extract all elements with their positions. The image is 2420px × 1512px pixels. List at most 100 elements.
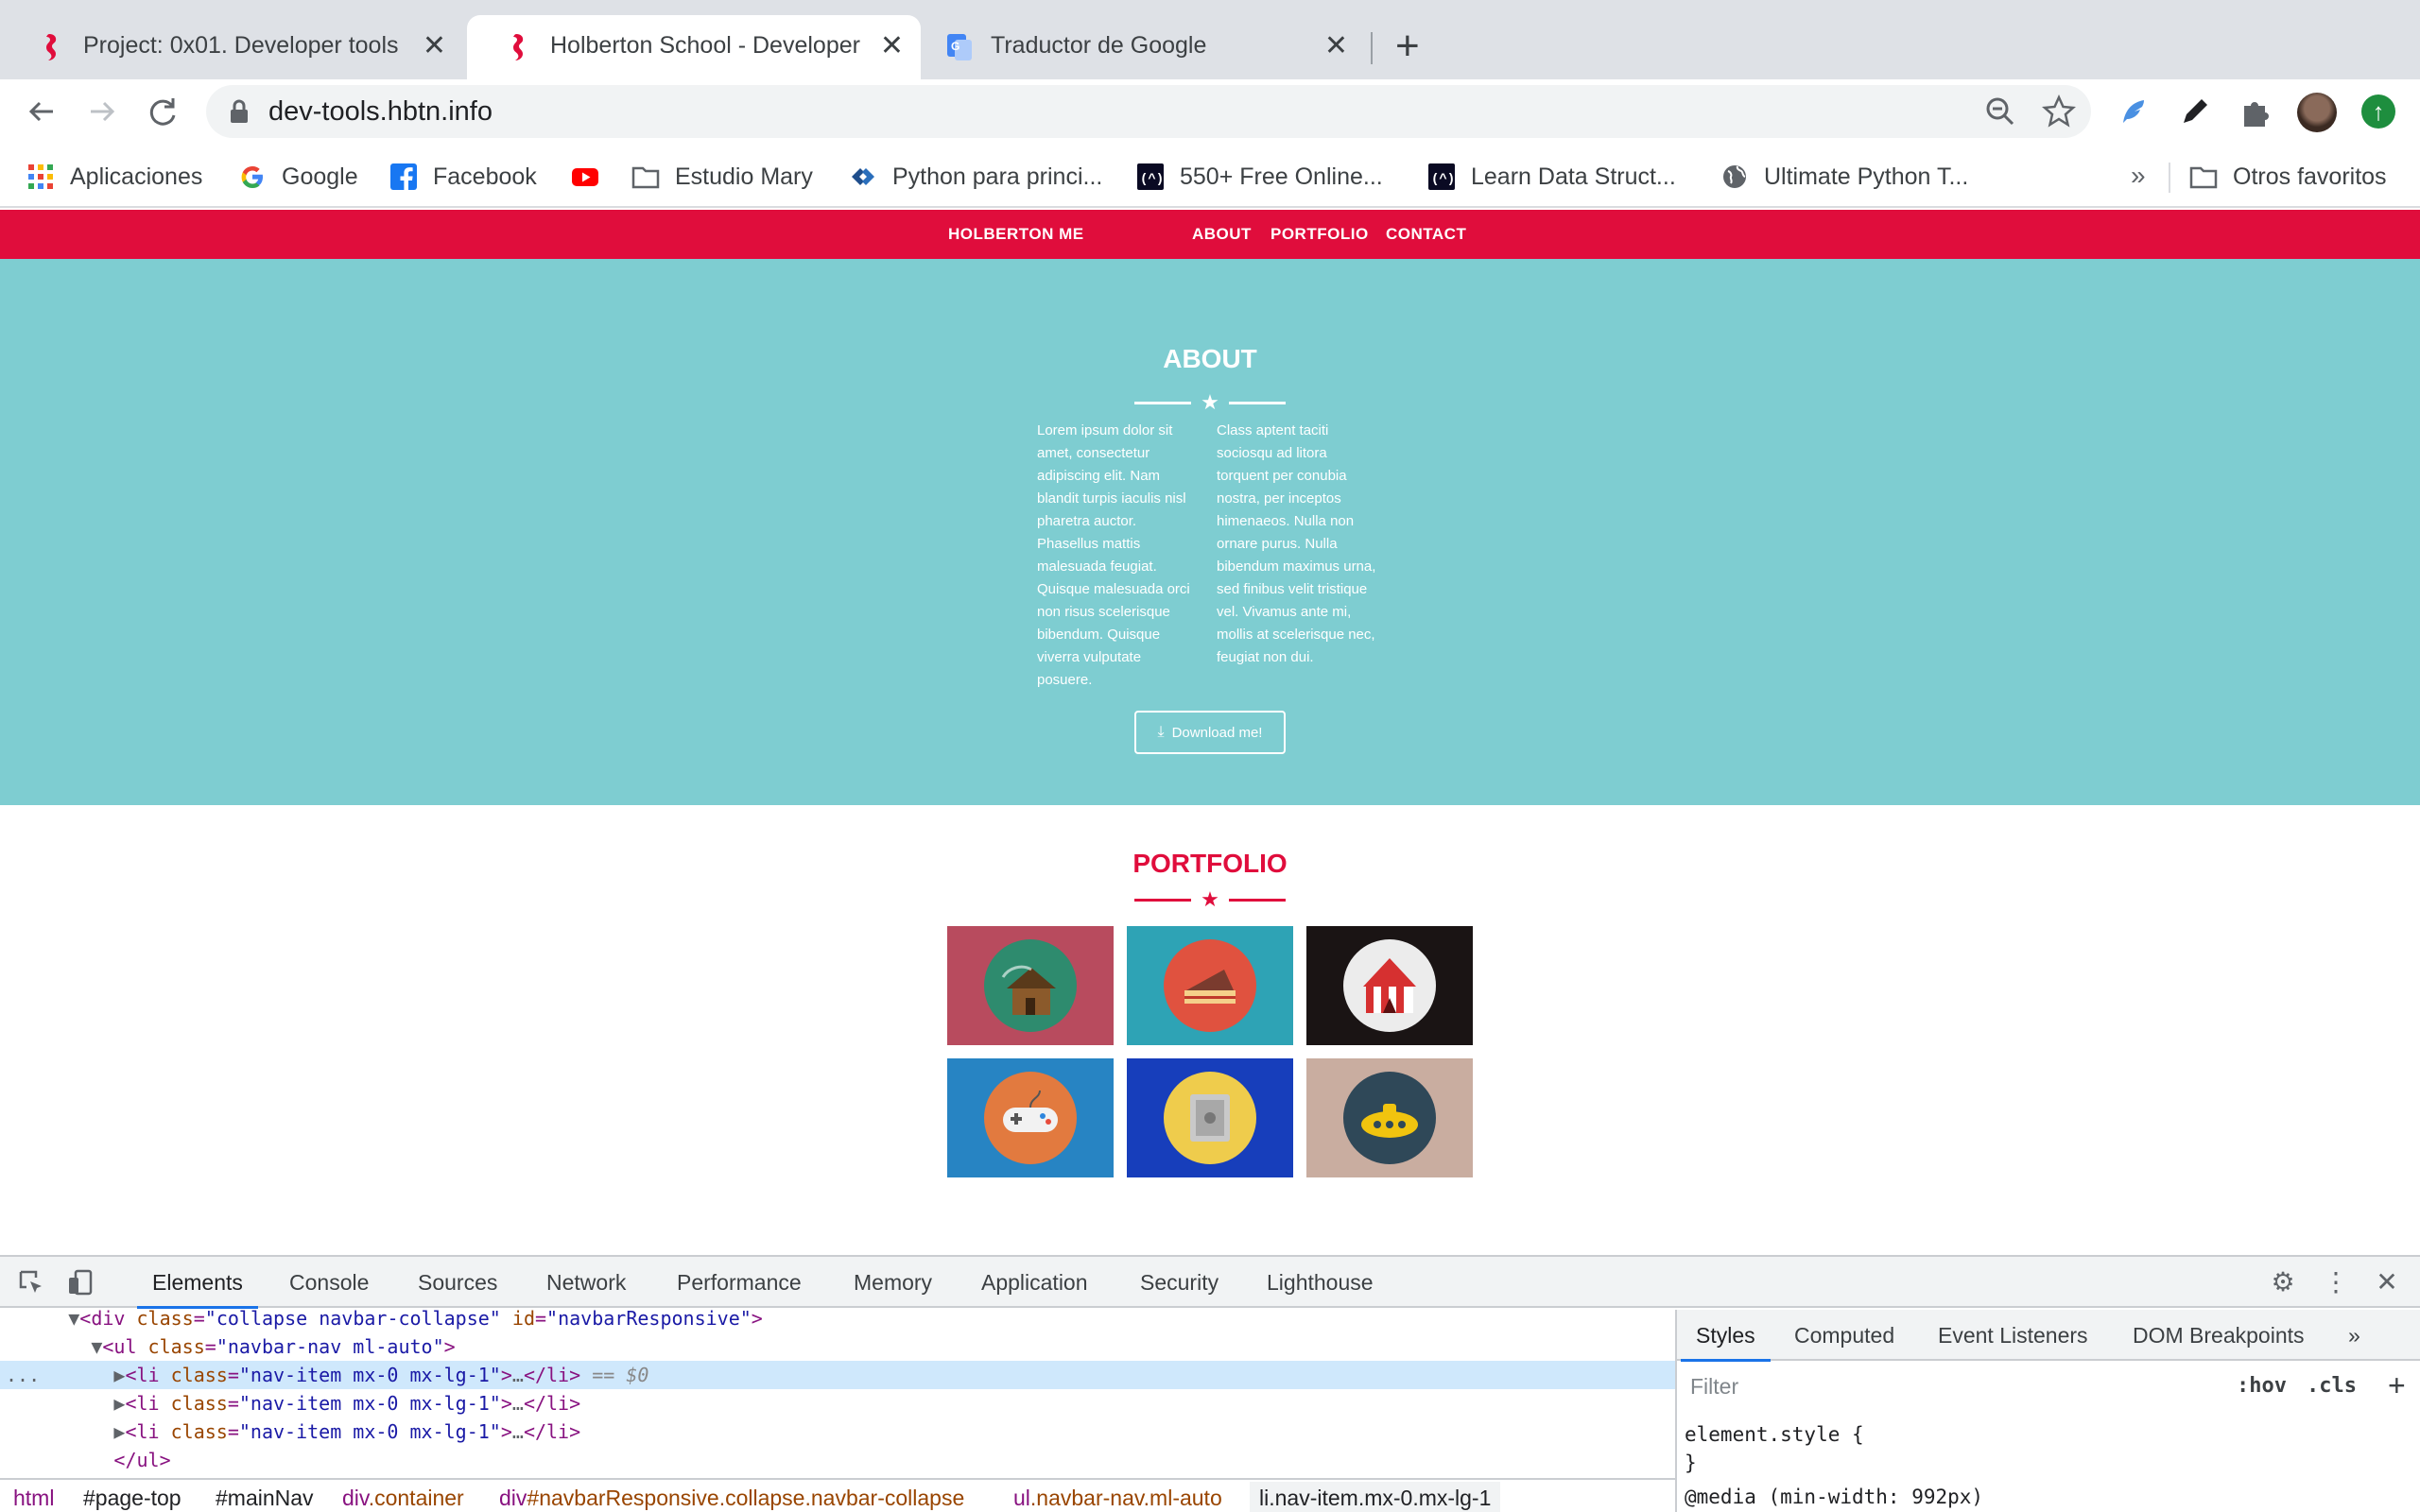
tab-elements[interactable]: Elements — [137, 1270, 258, 1309]
dom-node-div-collapse[interactable]: ▼<div class="collapse navbar-collapse" i… — [0, 1310, 1675, 1332]
site-brand[interactable]: HOLBERTON ME — [948, 225, 1084, 244]
new-style-rule-button[interactable]: + — [2388, 1368, 2406, 1402]
tab-holberton-active[interactable]: Holberton School - Developer t ✕ — [467, 15, 921, 79]
tab-lighthouse[interactable]: Lighthouse — [1267, 1270, 1374, 1296]
crumb-page-top[interactable]: #page-top — [83, 1482, 182, 1512]
profile-avatar[interactable] — [2297, 93, 2337, 132]
style-media-query: @media (min-width: 992px) — [1685, 1486, 1984, 1508]
tab-event-listeners[interactable]: Event Listeners — [1938, 1323, 2088, 1349]
reload-button[interactable] — [144, 93, 182, 130]
bookmark-label: 550+ Free Online... — [1180, 163, 1383, 190]
bookmark-label: Python para princi... — [892, 163, 1103, 190]
tab-computed[interactable]: Computed — [1794, 1323, 1894, 1349]
close-icon[interactable]: ✕ — [1324, 30, 1348, 62]
new-tab-button[interactable]: + — [1395, 23, 1420, 70]
web-page-viewport: HOLBERTON ME ABOUT PORTFOLIO CONTACT ABO… — [0, 210, 2420, 1255]
tab-memory[interactable]: Memory — [854, 1270, 932, 1296]
youtube-icon — [572, 168, 598, 186]
device-toggle-icon[interactable] — [66, 1268, 95, 1297]
crumb-nav-item-selected[interactable]: li.nav-item.mx-0.mx-lg-1 — [1250, 1482, 1501, 1512]
tab-performance[interactable]: Performance — [677, 1270, 802, 1296]
tab-network[interactable]: Network — [546, 1270, 626, 1296]
forward-button[interactable] — [83, 93, 121, 130]
tab-translate[interactable]: G Traductor de Google ✕ — [908, 15, 1365, 79]
bookmark-label: Otros favoritos — [2233, 163, 2387, 190]
download-button[interactable]: ⤓ Download me! — [1134, 711, 1286, 754]
portfolio-item-safe[interactable] — [1127, 1058, 1293, 1177]
close-icon[interactable]: ✕ — [423, 30, 446, 62]
tab-project[interactable]: Project: 0x01. Developer tools ✕ — [0, 15, 463, 79]
update-arrow-icon[interactable]: ↑ — [2361, 94, 2395, 129]
circus-tent-icon — [1343, 939, 1436, 1032]
arrow-left-icon — [28, 101, 53, 122]
dom-node-ul[interactable]: ▼<ul class="navbar-nav ml-auto"> — [0, 1332, 1675, 1361]
bookmark-python[interactable]: Python para princi... — [849, 161, 1102, 193]
crumb-navbar-nav[interactable]: ul.navbar-nav.ml-auto — [1013, 1482, 1222, 1512]
nav-link-portfolio[interactable]: PORTFOLIO — [1270, 225, 1369, 244]
browser-toolbar: dev-tools.hbtn.info ↑ — [0, 79, 2420, 144]
dom-node-li[interactable]: ▶<li class="nav-item mx-0 mx-lg-1">…</li… — [0, 1418, 1675, 1446]
apps-grid-icon — [28, 164, 53, 189]
tab-console[interactable]: Console — [289, 1270, 369, 1296]
crumb-navbar-responsive[interactable]: div#navbarResponsive.collapse.navbar-col… — [499, 1482, 964, 1512]
url-text[interactable]: dev-tools.hbtn.info — [268, 96, 493, 128]
bookmarks-separator — [2169, 163, 2170, 193]
portfolio-item-cabin[interactable] — [947, 926, 1114, 1045]
crumb-mainnav[interactable]: #mainNav — [216, 1482, 314, 1512]
folder-icon — [2189, 166, 2218, 189]
hov-toggle[interactable]: :hov — [2237, 1374, 2287, 1398]
bookmark-star-icon[interactable] — [2041, 94, 2077, 129]
bookmark-label: Facebook — [433, 163, 537, 190]
zoom-out-icon[interactable] — [1983, 94, 2017, 129]
bookmark-learn-data[interactable]: (^) Learn Data Struct... — [1427, 161, 1676, 193]
portfolio-item-submarine[interactable] — [1306, 1058, 1473, 1177]
dom-node-li[interactable]: ▶<li class="nav-item mx-0 mx-lg-1">…</li… — [0, 1389, 1675, 1418]
dom-node-li-selected[interactable]: ... ▶<li class="nav-item mx-0 mx-lg-1">…… — [0, 1361, 1675, 1389]
portfolio-item-circus[interactable] — [1306, 926, 1473, 1045]
feather-extension-icon[interactable] — [2118, 96, 2150, 129]
nav-link-about[interactable]: ABOUT — [1192, 225, 1252, 244]
address-bar[interactable]: dev-tools.hbtn.info — [206, 85, 2091, 138]
bookmark-youtube[interactable] — [571, 161, 599, 193]
nav-link-contact[interactable]: CONTACT — [1386, 225, 1466, 244]
facebook-icon — [390, 163, 417, 191]
bookmark-google[interactable]: Google — [238, 161, 358, 193]
bookmark-ultimate-python[interactable]: Ultimate Python T... — [1720, 161, 1968, 193]
inspect-element-icon[interactable] — [17, 1268, 45, 1297]
styles-more-tabs-button[interactable]: » — [2348, 1323, 2360, 1349]
close-icon[interactable]: ✕ — [880, 30, 904, 62]
bookmarks-overflow-button[interactable]: » — [2131, 161, 2146, 191]
close-devtools-icon[interactable]: ✕ — [2373, 1268, 2401, 1297]
back-button[interactable] — [23, 93, 60, 130]
puzzle-extensions-icon[interactable] — [2238, 96, 2271, 129]
star-icon: ★ — [1201, 887, 1219, 911]
tab-application[interactable]: Application — [981, 1270, 1088, 1296]
crumb-html[interactable]: html — [13, 1482, 54, 1512]
bookmark-facebook[interactable]: Facebook — [389, 161, 537, 193]
style-rule-selector[interactable]: element.style { — [1685, 1423, 1864, 1446]
portfolio-title: PORTFOLIO — [1132, 849, 1288, 878]
tab-sources[interactable]: Sources — [418, 1270, 497, 1296]
crumb-container[interactable]: div.container — [342, 1482, 464, 1512]
bookmark-estudio-mary[interactable]: Estudio Mary — [631, 161, 813, 193]
bookmark-free-online[interactable]: (^) 550+ Free Online... — [1136, 161, 1383, 193]
bookmark-apps[interactable]: Aplicaciones — [26, 161, 202, 193]
pen-extension-icon[interactable] — [2178, 96, 2210, 129]
portfolio-item-cake[interactable] — [1127, 926, 1293, 1045]
bookmark-other-favorites[interactable]: Otros favoritos — [2189, 161, 2387, 193]
styles-filter-row: :hov .cls + — [1677, 1361, 2420, 1412]
holberton-favicon-icon — [513, 34, 524, 60]
globe-icon — [1723, 165, 1746, 188]
settings-gear-icon[interactable]: ⚙ — [2269, 1268, 2297, 1297]
elements-breadcrumb: html #page-top #mainNav div.container di… — [0, 1478, 1675, 1512]
tab-security[interactable]: Security — [1140, 1270, 1219, 1296]
svg-text:(^): (^) — [1431, 172, 1455, 187]
more-options-icon[interactable]: ⋮ — [2322, 1268, 2350, 1297]
portfolio-item-game[interactable] — [947, 1058, 1114, 1177]
styles-filter-input[interactable] — [1685, 1368, 2223, 1404]
tab-strip: Project: 0x01. Developer tools ✕ Holbert… — [0, 0, 2420, 79]
tab-styles[interactable]: Styles — [1681, 1323, 1771, 1362]
tab-dom-breakpoints[interactable]: DOM Breakpoints — [2133, 1323, 2305, 1349]
dom-node-ul-close[interactable]: </ul> — [0, 1446, 1675, 1474]
cls-toggle[interactable]: .cls — [2307, 1374, 2357, 1398]
